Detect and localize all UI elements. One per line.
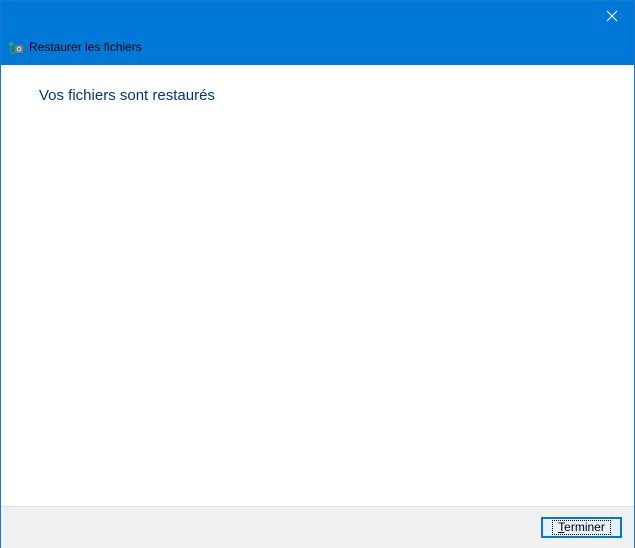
- status-heading: Vos fichiers sont restaurés: [39, 87, 215, 104]
- close-button[interactable]: [590, 1, 634, 31]
- finish-button-label-rest: erminer: [564, 520, 605, 534]
- restore-files-icon: [8, 39, 24, 55]
- restore-files-window: Restaurer les fichiers Vos fichiers sont…: [0, 0, 635, 548]
- close-icon: [606, 10, 618, 22]
- finish-button-label: Terminer: [552, 520, 611, 535]
- title-bar: Restaurer les fichiers: [1, 1, 634, 65]
- content-area: Vos fichiers sont restaurés: [1, 65, 634, 506]
- finish-button[interactable]: Terminer: [541, 517, 622, 538]
- footer-bar: Terminer: [1, 506, 634, 548]
- title-row: Restaurer les fichiers: [8, 38, 142, 56]
- window-title: Restaurer les fichiers: [29, 40, 142, 54]
